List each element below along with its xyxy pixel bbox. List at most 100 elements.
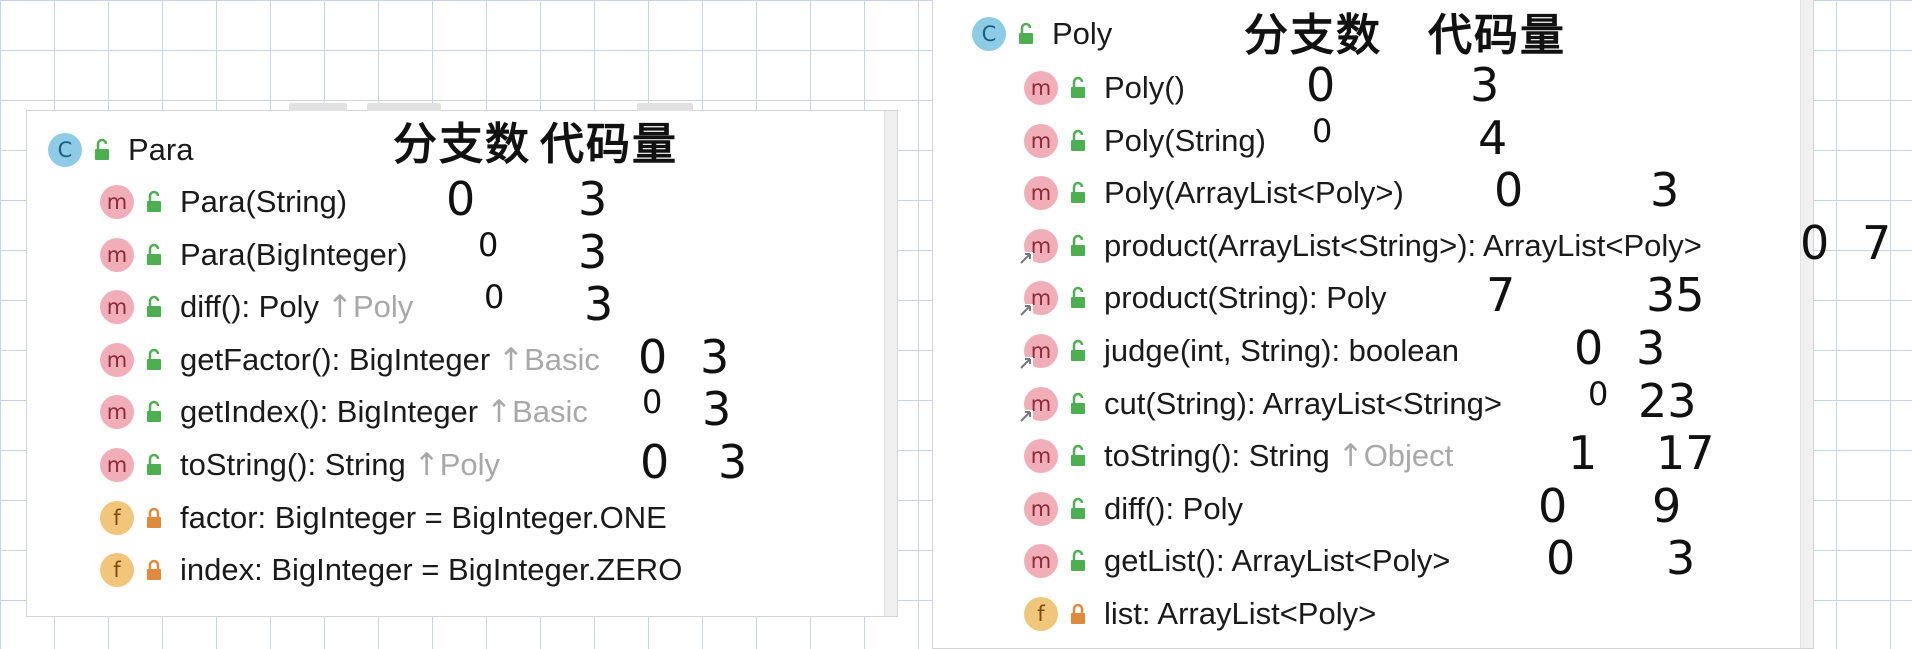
method-node[interactable]: m getList(): ArrayList<Poly> (1024, 537, 1450, 585)
unlock-icon (1071, 76, 1085, 98)
member-signature: diff(): Poly (1104, 490, 1243, 526)
handwritten-branch-count: 0 (1306, 58, 1336, 112)
inherited-from-hint: ↑Poly (414, 447, 500, 483)
method-node[interactable]: m getFactor(): BigInteger ↑Basic (100, 336, 600, 384)
method-icon: m (1024, 491, 1058, 526)
hscroll-thumb[interactable] (289, 103, 347, 111)
handwritten-line-count: 23 (1638, 373, 1697, 428)
handwritten-line-count: 3 (702, 382, 732, 437)
method-node[interactable]: m Poly(ArrayList<Poly>) (1024, 169, 1404, 217)
method-node[interactable]: m getIndex(): BigInteger ↑Basic (100, 388, 588, 436)
unlock-icon (1071, 181, 1085, 204)
handwritten-line-count: 7 (1862, 215, 1892, 270)
member-signature: Para(String) (180, 184, 348, 219)
member-signature: toString(): String (1104, 438, 1330, 474)
method-icon: m (100, 342, 134, 377)
handwritten-branch-count: 7 (1486, 268, 1516, 323)
method-node[interactable]: m diff(): Poly ↑Poly (100, 283, 413, 331)
override-arrow-icon: ↑ (486, 394, 513, 431)
hint-text: Basic (512, 394, 588, 430)
handwritten-line-count: 3 (1650, 163, 1680, 218)
handwritten-branch-count: 0 (1494, 163, 1524, 218)
method-node[interactable]: m cut(String): ArrayList<String> (1019, 380, 1502, 428)
method-node[interactable]: m Poly() (1024, 64, 1185, 112)
class-node-para[interactable]: C Para (48, 126, 193, 174)
member-signature: Poly(String) (1104, 122, 1266, 158)
override-marker-icon (1019, 304, 1033, 319)
hscroll-thumb[interactable] (367, 103, 441, 111)
class-name: Para (128, 132, 194, 167)
hint-text: Poly (352, 289, 414, 325)
method-node[interactable]: m product(ArrayList<String>): ArrayList<P… (1019, 222, 1702, 270)
handwritten-branch-count: 0 (1574, 321, 1604, 375)
method-icon: m (100, 290, 134, 325)
member-signature: Poly() (1104, 70, 1185, 105)
field-icon: f (1024, 597, 1058, 631)
class-icon: C (48, 133, 82, 167)
method-node[interactable]: m diff(): Poly (1024, 485, 1243, 533)
field-node[interactable]: f index: BigInteger = BigInteger.ZERO (100, 546, 682, 594)
handwritten-line-count: 3 (718, 435, 748, 489)
member-signature: judge(int, String): boolean (1104, 333, 1460, 368)
handwritten-branch-count: 0 (446, 172, 476, 226)
handwritten-line-count: 3 (700, 329, 730, 384)
hint-text: Poly (439, 447, 500, 482)
unlock-icon (1019, 22, 1033, 44)
handwritten-branch-count: 0 (1800, 215, 1830, 270)
member-signature: product(String): Poly (1104, 280, 1387, 316)
vertical-scrollbar[interactable] (884, 111, 897, 616)
method-icon: m (1019, 228, 1058, 266)
inherited-from-hint: ↑Object (1338, 438, 1454, 474)
unlock-icon (1071, 339, 1085, 361)
handwritten-line-count: 3 (1470, 58, 1500, 112)
handwritten-branch-count: 0 (1538, 478, 1568, 533)
hscroll-thumb[interactable] (637, 103, 693, 111)
lock-icon (147, 507, 161, 528)
handwritten-line-count: 3 (578, 224, 608, 279)
member-signature: diff(): Poly (180, 289, 319, 325)
member-signature: toString(): String (180, 447, 406, 482)
method-node[interactable]: m Para(String) (100, 178, 347, 226)
unlock-icon (1071, 444, 1085, 467)
method-node[interactable]: m toString(): String ↑Object (1024, 432, 1453, 480)
handwritten-branch-count: 0 (1312, 111, 1333, 150)
handwritten-branch-count: 0 (1546, 531, 1576, 586)
method-node[interactable]: m Para(BigInteger) (100, 231, 407, 279)
method-node[interactable]: m Poly(String) (1024, 117, 1266, 165)
lock-icon (147, 559, 161, 581)
unlock-icon (147, 348, 161, 370)
class-node-poly[interactable]: C Poly (972, 10, 1112, 58)
unlock-icon (147, 295, 161, 318)
unlock-icon (95, 138, 109, 160)
member-signature: getList(): ArrayList<Poly> (1104, 543, 1451, 579)
method-node[interactable]: m product(String): Poly (1019, 274, 1387, 322)
annotation-heading-lines: 代码量 (1428, 10, 1566, 61)
field-node[interactable]: f factor: BigInteger = BigInteger.ONE (100, 494, 667, 542)
unlock-icon (147, 243, 161, 265)
inherited-from-hint: ↑Poly (327, 289, 413, 325)
class-icon: C (972, 17, 1006, 51)
field-icon: f (100, 500, 134, 535)
handwritten-line-count: 9 (1652, 478, 1682, 533)
handwritten-branch-count: 0 (642, 383, 663, 422)
handwritten-branch-count: 0 (640, 435, 670, 489)
member-signature: product(ArrayList<String>): ArrayList<Po… (1104, 227, 1702, 263)
handwritten-line-count: 3 (578, 172, 608, 226)
unlock-icon (147, 401, 161, 423)
member-signature: cut(String): ArrayList<String> (1104, 385, 1502, 421)
field-icon: f (100, 553, 134, 588)
override-arrow-icon: ↑ (413, 447, 440, 483)
member-signature: getIndex(): BigInteger (180, 394, 479, 430)
override-marker-icon (1019, 251, 1033, 266)
method-node[interactable]: m judge(int, String): boolean (1019, 327, 1460, 375)
field-node[interactable]: f list: ArrayList<Poly> (1024, 590, 1376, 638)
member-signature: list: ArrayList<Poly> (1104, 596, 1377, 631)
method-icon: m (1024, 439, 1058, 474)
method-node[interactable]: m toString(): String ↑Poly (100, 441, 500, 489)
method-icon: m (1019, 334, 1058, 371)
vertical-scrollbar[interactable] (1800, 0, 1813, 648)
handwritten-line-count: 35 (1646, 268, 1705, 323)
handwritten-line-count: 3 (1666, 531, 1696, 586)
unlock-icon (1071, 497, 1085, 519)
override-marker-icon (1019, 357, 1033, 371)
